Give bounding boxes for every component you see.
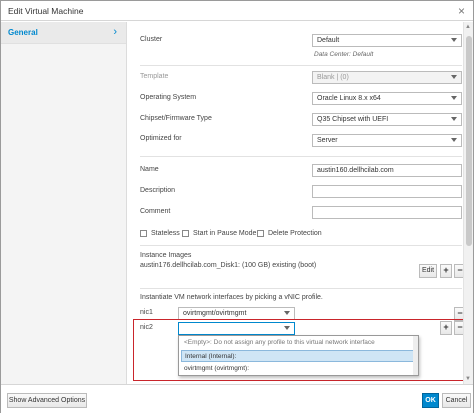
stateless-checkbox[interactable] bbox=[140, 230, 147, 237]
scroll-down-icon[interactable]: ▼ bbox=[465, 376, 471, 382]
sidebar-item-general[interactable]: General › bbox=[1, 22, 126, 44]
template-select: Blank | (0) bbox=[312, 71, 462, 84]
pause-mode-label: Start in Pause Mode bbox=[193, 230, 257, 237]
chipset-label: Chipset/Firmware Type bbox=[140, 115, 212, 122]
nic2-select[interactable] bbox=[178, 322, 295, 335]
chevron-right-icon: › bbox=[113, 26, 117, 38]
caret-down-icon bbox=[451, 117, 457, 121]
stateless-label: Stateless bbox=[151, 230, 180, 237]
cluster-select[interactable]: Default bbox=[312, 34, 462, 47]
description-label: Description bbox=[140, 187, 176, 194]
dropdown-scrollbar[interactable] bbox=[413, 336, 418, 375]
name-label: Name bbox=[140, 166, 159, 173]
scroll-up-icon[interactable]: ▲ bbox=[465, 24, 471, 30]
chipset-value: Q35 Chipset with UEFI bbox=[317, 116, 389, 123]
section-divider bbox=[140, 288, 462, 289]
dropdown-option-internal[interactable]: Internal (Internal): bbox=[181, 350, 414, 362]
os-value: Oracle Linux 8.x x64 bbox=[317, 95, 381, 102]
nic2-dropdown-list: <Empty>: Do not assign any profile to th… bbox=[178, 335, 419, 376]
chipset-select[interactable]: Q35 Chipset with UEFI bbox=[312, 113, 462, 126]
dropdown-option-ovirtmgmt[interactable]: ovirtmgmt (ovirtmgmt): bbox=[181, 363, 414, 375]
add-nic-button[interactable]: + bbox=[440, 321, 452, 335]
dialog-title: Edit Virtual Machine bbox=[8, 6, 84, 16]
section-divider bbox=[140, 245, 462, 246]
sidebar-item-label: General bbox=[8, 28, 38, 37]
dialog-titlebar: Edit Virtual Machine × bbox=[1, 1, 473, 21]
optimized-select[interactable]: Server bbox=[312, 134, 462, 147]
close-icon[interactable]: × bbox=[458, 4, 465, 18]
nic2-label: nic2 bbox=[140, 324, 153, 331]
name-input[interactable]: austin160.dellhcilab.com bbox=[312, 164, 462, 177]
os-select[interactable]: Oracle Linux 8.x x64 bbox=[312, 92, 462, 105]
instance-disk-text: austin176.dellhcilab.com_Disk1: (100 GB)… bbox=[140, 262, 317, 269]
comment-input[interactable] bbox=[312, 206, 462, 219]
caret-down-icon bbox=[451, 38, 457, 42]
name-value: austin160.dellhcilab.com bbox=[317, 167, 394, 174]
template-label: Template bbox=[140, 73, 169, 80]
caret-down-icon bbox=[451, 96, 457, 100]
nic1-value: ovirtmgmt/ovirtmgmt bbox=[183, 310, 247, 317]
content-scrollbar[interactable]: ▲ ▼ bbox=[463, 22, 473, 384]
nic1-label: nic1 bbox=[140, 309, 153, 316]
optimized-label: Optimized for bbox=[140, 135, 182, 142]
nic-instructions: Instantiate VM network interfaces by pic… bbox=[140, 294, 323, 301]
ok-button[interactable]: OK bbox=[422, 393, 439, 408]
data-center-hint: Data Center: Default bbox=[314, 51, 374, 58]
dialog-footer: Show Advanced Options OK Cancel bbox=[1, 384, 473, 413]
section-divider bbox=[140, 156, 462, 157]
scrollbar-thumb[interactable] bbox=[466, 36, 472, 246]
add-disk-button[interactable]: + bbox=[440, 264, 452, 278]
section-divider bbox=[140, 65, 462, 66]
pause-mode-checkbox[interactable] bbox=[182, 230, 189, 237]
caret-down-icon bbox=[284, 326, 290, 330]
cluster-value: Default bbox=[317, 37, 340, 44]
sidebar: General › bbox=[1, 22, 127, 384]
cancel-button[interactable]: Cancel bbox=[442, 393, 471, 408]
edit-vm-dialog: Edit Virtual Machine × General › Cluster… bbox=[0, 0, 474, 413]
comment-label: Comment bbox=[140, 208, 171, 215]
delete-protection-label: Delete Protection bbox=[268, 230, 322, 237]
caret-down-icon bbox=[451, 75, 457, 79]
template-value: Blank | (0) bbox=[317, 74, 349, 81]
description-input[interactable] bbox=[312, 185, 462, 198]
caret-down-icon bbox=[284, 311, 290, 315]
edit-disk-button[interactable]: Edit bbox=[419, 264, 437, 278]
show-advanced-options-button[interactable]: Show Advanced Options bbox=[7, 393, 87, 408]
cluster-label: Cluster bbox=[140, 36, 163, 43]
optimized-value: Server bbox=[317, 137, 338, 144]
os-label: Operating System bbox=[140, 94, 197, 101]
delete-protection-checkbox[interactable] bbox=[257, 230, 264, 237]
dropdown-option-empty[interactable]: <Empty>: Do not assign any profile to th… bbox=[181, 337, 414, 349]
instance-images-label: Instance Images bbox=[140, 252, 192, 259]
caret-down-icon bbox=[451, 138, 457, 142]
